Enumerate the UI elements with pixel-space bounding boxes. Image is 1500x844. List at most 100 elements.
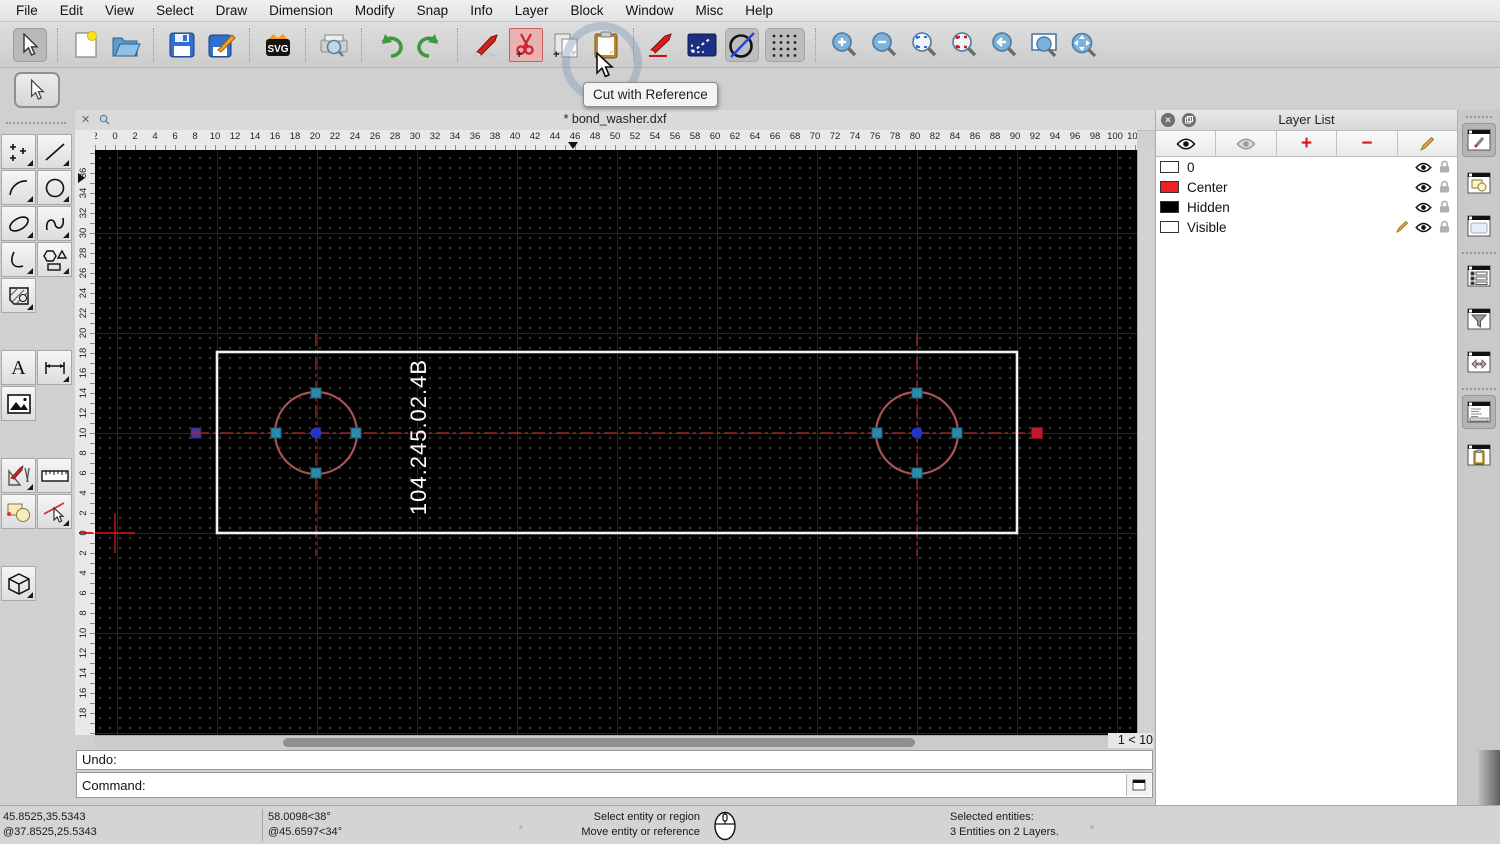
measure-tool-button[interactable] [37, 458, 72, 493]
redo-button[interactable] [413, 28, 447, 62]
scrollbar-thumb[interactable] [283, 738, 915, 747]
image-tool-button[interactable] [1, 386, 36, 421]
selection-handle[interactable] [350, 427, 362, 439]
new-document-button[interactable] [69, 28, 103, 62]
polyline-tool-button[interactable] [1, 242, 36, 277]
layer-row-hidden[interactable]: Hidden [1156, 197, 1457, 217]
layer-visibility-icon[interactable] [1414, 202, 1432, 213]
menu-draw[interactable]: Draw [205, 3, 259, 18]
pen-button[interactable] [645, 28, 679, 62]
spline-tool-button[interactable] [37, 206, 72, 241]
layer-lock-icon[interactable] [1435, 180, 1453, 194]
circle-center-point[interactable] [911, 427, 923, 439]
menu-edit[interactable]: Edit [49, 3, 94, 18]
canvas-vertical-scrollbar[interactable] [1137, 150, 1154, 735]
menu-layer[interactable]: Layer [504, 3, 560, 18]
dock-clipboard-button[interactable] [1462, 438, 1496, 472]
zoom-out-button[interactable] [867, 28, 901, 62]
zoom-selected-button[interactable] [947, 28, 981, 62]
zoom-pan-button[interactable] [1067, 28, 1101, 62]
centerline-end-handle[interactable] [1031, 427, 1043, 439]
draft-mode-button[interactable] [725, 27, 759, 62]
paste-button[interactable] [589, 28, 623, 62]
add-layer-button[interactable]: + [1277, 131, 1338, 156]
show-all-layers-button[interactable] [1156, 131, 1217, 156]
zoom-auto-button[interactable] [907, 28, 941, 62]
menu-block[interactable]: Block [560, 3, 615, 18]
menu-select[interactable]: Select [145, 3, 205, 18]
layer-color-swatch[interactable] [1160, 221, 1179, 233]
text-tool-button[interactable]: A [1, 350, 36, 385]
circle-center-point[interactable] [310, 427, 322, 439]
canvas-horizontal-scrollbar[interactable] [95, 735, 1115, 750]
menu-misc[interactable]: Misc [685, 3, 735, 18]
selection-handle[interactable] [951, 427, 963, 439]
layer-color-swatch[interactable] [1160, 161, 1179, 173]
zoom-previous-button[interactable] [987, 28, 1021, 62]
menu-view[interactable]: View [94, 3, 145, 18]
menu-modify[interactable]: Modify [344, 3, 406, 18]
dock-layer-list-button[interactable] [1462, 123, 1496, 157]
command-detach-button[interactable] [1126, 774, 1151, 796]
menu-window[interactable]: Window [615, 3, 685, 18]
circle-tool-button[interactable] [37, 170, 72, 205]
modify-tool-button[interactable] [1, 458, 36, 493]
dock-entity-list-button[interactable] [1462, 259, 1496, 293]
menu-dimension[interactable]: Dimension [258, 3, 344, 18]
remove-layer-button[interactable]: − [1337, 131, 1398, 156]
layer-lock-icon[interactable] [1435, 200, 1453, 214]
select-pointer-button[interactable] [13, 27, 47, 62]
dimension-tool-button[interactable] [37, 350, 72, 385]
selection-handle[interactable] [911, 467, 923, 479]
menu-help[interactable]: Help [734, 3, 784, 18]
menu-file[interactable]: File [5, 3, 49, 18]
layer-visibility-icon[interactable] [1414, 222, 1432, 233]
dock-block-list-button[interactable] [1462, 166, 1496, 200]
open-file-button[interactable] [109, 28, 143, 62]
menu-snap[interactable]: Snap [406, 3, 460, 18]
command-input[interactable] [151, 774, 1126, 796]
attributes-button[interactable] [685, 28, 719, 62]
layer-lock-icon[interactable] [1435, 220, 1453, 234]
dock-command-line-button[interactable] [1462, 395, 1496, 429]
ellipse-tool-button[interactable] [1, 206, 36, 241]
layer-visibility-icon[interactable] [1414, 182, 1432, 193]
hide-all-layers-button[interactable] [1216, 131, 1277, 156]
part-number-label[interactable]: 104.245.02.4B [406, 359, 431, 515]
solid-3d-tool-button[interactable] [1, 566, 36, 601]
layer-row-center[interactable]: Center [1156, 177, 1457, 197]
layer-color-swatch[interactable] [1160, 181, 1179, 193]
print-preview-button[interactable] [317, 28, 351, 62]
cut-with-reference-button[interactable]: + [509, 27, 543, 62]
edit-layer-button[interactable] [1398, 131, 1457, 156]
export-svg-button[interactable]: SVG [261, 28, 295, 62]
delete-button[interactable] [469, 28, 503, 62]
order-tool-button[interactable] [1, 494, 36, 529]
hatch-tool-button[interactable] [1, 278, 36, 313]
selection-tool-button[interactable] [14, 72, 60, 108]
palette-drag-handle[interactable] [6, 122, 66, 124]
layer-visibility-icon[interactable] [1414, 162, 1432, 173]
copy-button[interactable]: + [549, 28, 583, 62]
command-history[interactable]: Undo: [76, 750, 1153, 770]
arc-tool-button[interactable] [1, 170, 36, 205]
menu-info[interactable]: Info [459, 3, 504, 18]
grid-toggle-button[interactable] [765, 27, 805, 62]
zoom-in-button[interactable] [827, 28, 861, 62]
selection-handle[interactable] [270, 427, 282, 439]
dock-dimension-options-button[interactable] [1462, 345, 1496, 379]
selection-handle[interactable] [310, 387, 322, 399]
selection-handle[interactable] [911, 387, 923, 399]
select-entity-tool-button[interactable] [37, 494, 72, 529]
selection-handle[interactable] [871, 427, 883, 439]
layer-lock-icon[interactable] [1435, 160, 1453, 174]
polygon-tool-button[interactable] [37, 242, 72, 277]
dock-library-browser-button[interactable] [1462, 209, 1496, 243]
washer-outline-rect[interactable] [215, 350, 1019, 535]
layer-color-swatch[interactable] [1160, 201, 1179, 213]
zoom-window-button[interactable] [1027, 28, 1061, 62]
save-button[interactable] [165, 28, 199, 62]
selection-handle[interactable] [310, 467, 322, 479]
line-tool-button[interactable] [37, 134, 72, 169]
layer-row-0[interactable]: 0 [1156, 157, 1457, 177]
